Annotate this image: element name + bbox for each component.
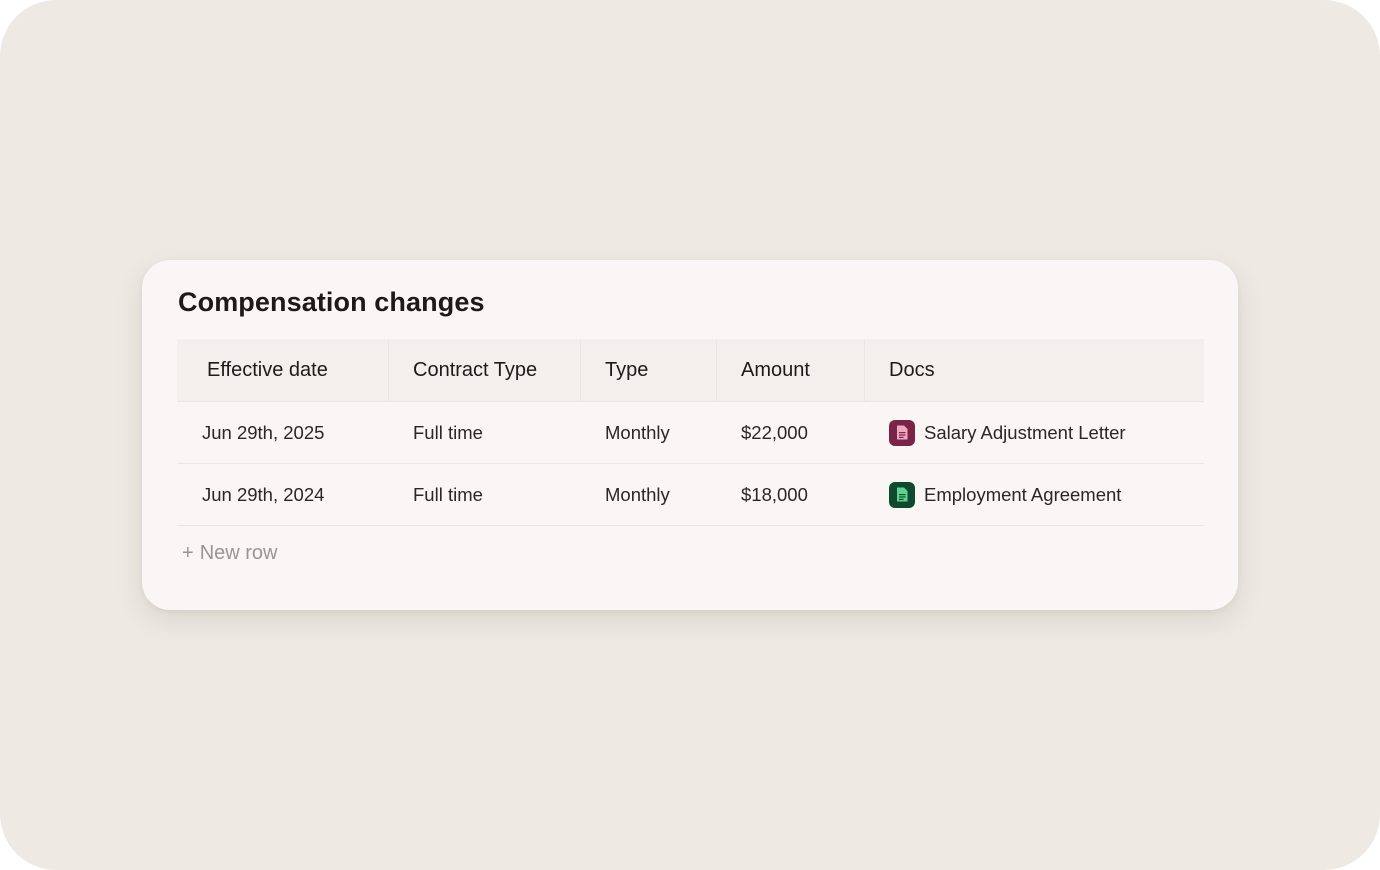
column-header-amount[interactable]: Amount (717, 339, 865, 401)
doc-link[interactable]: Employment Agreement (924, 484, 1121, 506)
type-cell[interactable]: Monthly (581, 464, 717, 525)
doc-link[interactable]: Salary Adjustment Letter (924, 422, 1126, 444)
table-header-row: Effective date Contract Type Type Amount… (177, 339, 1204, 402)
compensation-card: Compensation changes Effective date Cont… (142, 260, 1238, 610)
page-background: Compensation changes Effective date Cont… (0, 0, 1380, 870)
new-row-label: New row (199, 542, 278, 564)
contract-type-cell[interactable]: Full time (389, 464, 581, 525)
type-cell[interactable]: Monthly (581, 402, 717, 463)
new-row-button[interactable]: + New row (182, 542, 277, 565)
compensation-table: Effective date Contract Type Type Amount… (177, 339, 1204, 526)
column-header-type[interactable]: Type (581, 339, 717, 401)
column-header-effective-date[interactable]: Effective date (177, 339, 389, 401)
amount-cell[interactable]: $22,000 (717, 402, 865, 463)
contract-type-cell[interactable]: Full time (389, 402, 581, 463)
table-row[interactable]: Jun 29th, 2025 Full time Monthly $22,000… (177, 402, 1204, 464)
effective-date-cell[interactable]: Jun 29th, 2025 (177, 402, 389, 463)
document-icon[interactable] (889, 419, 915, 446)
document-icon[interactable] (889, 481, 915, 508)
effective-date-cell[interactable]: Jun 29th, 2024 (177, 464, 389, 525)
card-title: Compensation changes (178, 287, 485, 317)
docs-cell[interactable]: Employment Agreement (865, 464, 1204, 525)
docs-cell[interactable]: Salary Adjustment Letter (865, 402, 1204, 463)
amount-cell[interactable]: $18,000 (717, 464, 865, 525)
column-header-docs[interactable]: Docs (865, 339, 1204, 401)
column-header-contract-type[interactable]: Contract Type (389, 339, 581, 401)
table-row[interactable]: Jun 29th, 2024 Full time Monthly $18,000… (177, 464, 1204, 526)
plus-icon: + (182, 542, 194, 564)
